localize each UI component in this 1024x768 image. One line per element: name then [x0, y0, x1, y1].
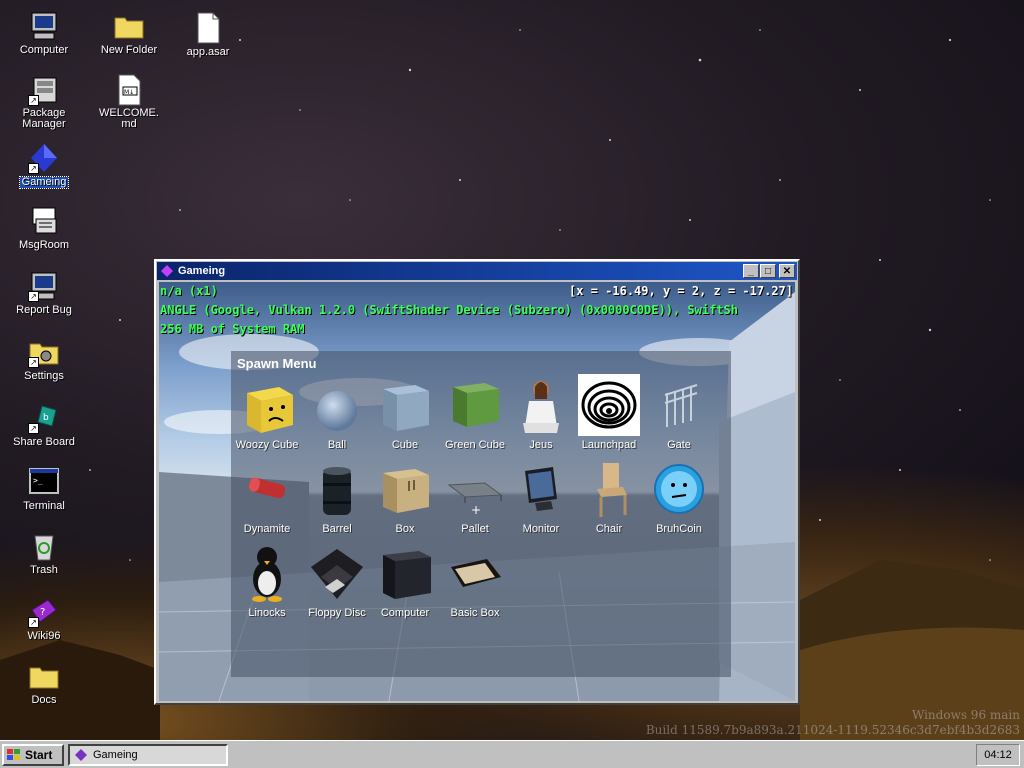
- trash-icon: [28, 530, 60, 562]
- spawn-item-gate[interactable]: Gate: [645, 375, 713, 451]
- spawn-menu-title: Spawn Menu: [237, 356, 317, 371]
- spawn-item-cube[interactable]: Cube: [371, 375, 439, 451]
- computer-icon: [28, 10, 60, 42]
- spawn-item-box[interactable]: Box: [371, 459, 439, 535]
- svg-text:+: +: [471, 503, 481, 517]
- monitor-icon: [511, 459, 571, 519]
- taskbar-item-gameing[interactable]: Gameing: [68, 744, 228, 766]
- memory-info: 256 MB of System RAM: [160, 322, 305, 336]
- markdown-file-icon: M↓: [113, 74, 145, 106]
- desktop-icon-share-board[interactable]: b ↗ Share Board: [8, 402, 80, 448]
- shortcut-arrow-icon: ↗: [28, 423, 39, 434]
- floppy-disc-icon: [307, 543, 367, 603]
- desktop-icon-terminal[interactable]: >_ Terminal: [8, 466, 80, 512]
- close-button[interactable]: ✕: [779, 264, 795, 278]
- spawn-item-barrel[interactable]: Barrel: [303, 459, 371, 535]
- folder-icon: [28, 660, 60, 692]
- spawn-item-ball[interactable]: Ball: [303, 375, 371, 451]
- desktop-icon-welcome-md[interactable]: M↓ WELCOME.md: [93, 74, 165, 130]
- spawn-item-bruhcoin[interactable]: BruhCoin: [645, 459, 713, 535]
- basic-box-icon: [445, 543, 505, 603]
- system-clock[interactable]: 04:12: [976, 744, 1020, 766]
- spawn-item-computer[interactable]: Computer: [371, 543, 439, 619]
- shortcut-arrow-icon: ↗: [28, 617, 39, 628]
- taskbar: Start Gameing 04:12: [0, 740, 1024, 768]
- wiki-icon: ? ↗: [28, 596, 60, 628]
- shortcut-arrow-icon: ↗: [28, 163, 39, 174]
- spawn-item-jeus[interactable]: Jeus: [507, 375, 575, 451]
- spawn-item-green-cube[interactable]: Green Cube: [441, 375, 509, 451]
- pallet-icon: +: [445, 459, 505, 519]
- spawn-item-woozy-cube[interactable]: Woozy Cube: [233, 375, 301, 451]
- spawn-item-linocks[interactable]: Linocks: [233, 543, 301, 619]
- window-title: Gameing: [178, 265, 226, 277]
- gameing-icon: [75, 749, 87, 761]
- spawn-menu: Spawn Menu Woozy Cube Ball Cube Green Cu…: [231, 351, 731, 677]
- svg-text:M↓: M↓: [124, 89, 134, 96]
- bruhcoin-icon: [649, 459, 709, 519]
- computer-icon: [375, 543, 435, 603]
- folder-icon: [113, 10, 145, 42]
- desktop-icon-computer[interactable]: Computer: [8, 10, 80, 56]
- desktop-icon-wiki96[interactable]: ? ↗ Wiki96: [8, 596, 80, 642]
- desktop-icon-app-asar[interactable]: app.asar: [172, 12, 244, 58]
- spawn-item-chair[interactable]: Chair: [575, 459, 643, 535]
- share-board-icon: b ↗: [28, 402, 60, 434]
- terminal-icon: >_: [28, 466, 60, 498]
- minimize-button[interactable]: _: [743, 264, 759, 278]
- package-manager-icon: ↗: [28, 74, 60, 106]
- gameing-icon: ↗: [28, 142, 60, 174]
- gameing-window[interactable]: Gameing _ □ ✕ n/a (x1) [x = -16.49, y = …: [154, 259, 800, 705]
- spawn-item-monitor[interactable]: Monitor: [507, 459, 575, 535]
- msgroom-icon: [28, 205, 60, 237]
- barrel-icon: [307, 459, 367, 519]
- taskbar-item-label: Gameing: [93, 749, 138, 761]
- settings-icon: ↗: [28, 336, 60, 368]
- desktop-icon-package-manager[interactable]: ↗ Package Manager: [8, 74, 80, 130]
- shortcut-arrow-icon: ↗: [28, 357, 39, 368]
- shortcut-arrow-icon: ↗: [28, 291, 39, 302]
- shortcut-arrow-icon: ↗: [28, 95, 39, 106]
- cube-icon: [375, 375, 435, 435]
- spawn-item-pallet[interactable]: + Pallet: [441, 459, 509, 535]
- box-icon: [375, 459, 435, 519]
- gate-icon: [649, 375, 709, 435]
- jeus-icon: [511, 375, 571, 435]
- desktop-icon-trash[interactable]: Trash: [8, 530, 80, 576]
- report-bug-icon: ↗: [28, 270, 60, 302]
- build-watermark-line1: Windows 96 main: [911, 708, 1020, 722]
- desktop-icon-new-folder[interactable]: New Folder: [93, 10, 165, 56]
- spawn-item-dynamite[interactable]: Dynamite: [233, 459, 301, 535]
- file-icon: [192, 12, 224, 44]
- desktop-icon-report-bug[interactable]: ↗ Report Bug: [8, 270, 80, 316]
- spawn-item-basic-box[interactable]: Basic Box: [441, 543, 509, 619]
- window-titlebar[interactable]: Gameing _ □ ✕: [157, 262, 797, 280]
- fps-readout: n/a (x1): [160, 284, 218, 298]
- svg-text:b: b: [43, 413, 49, 423]
- spawn-item-launchpad[interactable]: Launchpad: [575, 374, 643, 451]
- spawn-item-floppy-disc[interactable]: Floppy Disc: [303, 543, 371, 619]
- desktop-icon-gameing[interactable]: ↗ Gameing: [8, 142, 80, 189]
- svg-text:?: ?: [40, 607, 45, 618]
- dynamite-icon: [237, 459, 297, 519]
- build-watermark-line2: Build 11589.7b9a893a.211024-1119.52346c3…: [645, 723, 1020, 737]
- ball-icon: [307, 375, 367, 435]
- green-cube-icon: [445, 375, 505, 435]
- desktop-icon-docs[interactable]: Docs: [8, 660, 80, 706]
- game-viewport[interactable]: n/a (x1) [x = -16.49, y = 2, z = -17.27]…: [159, 282, 795, 701]
- maximize-button[interactable]: □: [760, 264, 776, 278]
- start-logo-icon: [7, 749, 20, 760]
- coordinates-readout: [x = -16.49, y = 2, z = -17.27]: [569, 284, 793, 298]
- launchpad-icon: [578, 374, 640, 436]
- start-label: Start: [25, 748, 53, 762]
- desktop-icon-settings[interactable]: ↗ Settings: [8, 336, 80, 382]
- linocks-icon: [237, 543, 297, 603]
- start-button[interactable]: Start: [2, 744, 64, 766]
- desktop-icon-msgroom[interactable]: MsgRoom: [8, 205, 80, 251]
- renderer-info: ANGLE (Google, Vulkan 1.2.0 (SwiftShader…: [160, 303, 738, 317]
- gameing-icon: [161, 265, 173, 277]
- svg-text:>_: >_: [33, 476, 43, 485]
- woozy-cube-icon: [237, 375, 297, 435]
- chair-icon: [579, 459, 639, 519]
